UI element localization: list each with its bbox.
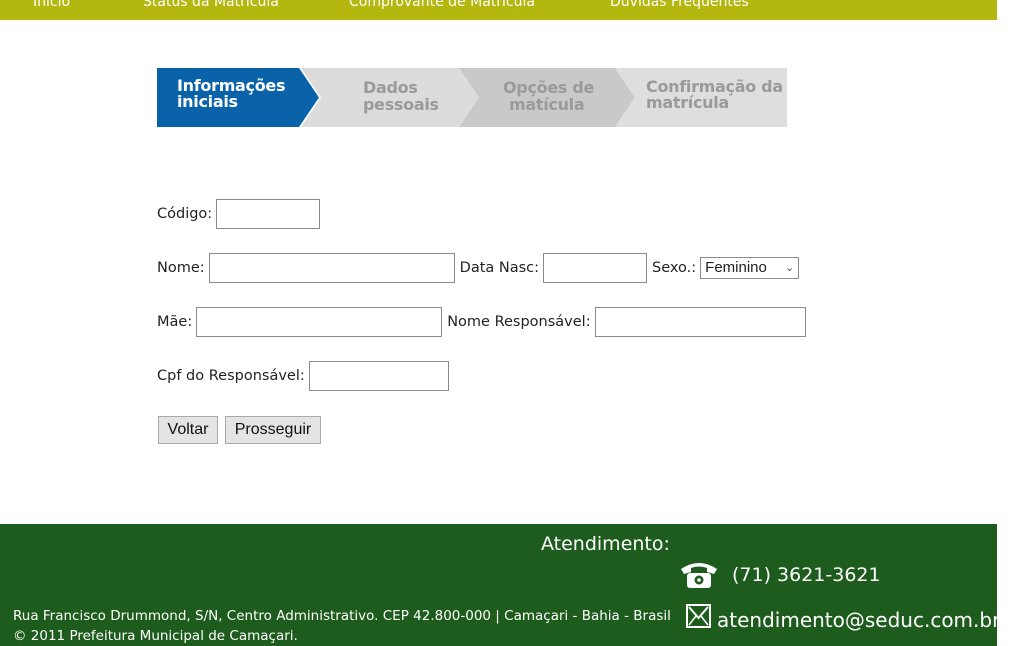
nav-item-comprovante-matricula[interactable]: Comprovante de Matrícula	[349, 0, 535, 10]
row-nome: Nome: Data Nasc: Sexo.: Feminino ⌄	[157, 253, 800, 283]
email-link[interactable]: atendimento@seduc.com.br	[717, 608, 1000, 632]
footer: Atendimento: (71) 3621-3621 atendimento@…	[0, 524, 1000, 646]
data-nasc-input[interactable]	[543, 253, 648, 283]
step-informacoes-iniciais: Informações iniciais	[157, 68, 319, 127]
telephone-icon	[677, 559, 721, 595]
nome-responsavel-input[interactable]	[594, 307, 806, 337]
nome-input[interactable]	[208, 253, 455, 283]
mae-input[interactable]	[196, 307, 443, 337]
sexo-selected-value: Feminino	[705, 259, 767, 276]
row-cpf: Cpf do Responsável:	[157, 361, 454, 391]
nome-responsavel-label: Nome Responsável:	[447, 314, 591, 330]
codigo-input[interactable]	[216, 199, 321, 229]
step-opcoes-matricula: Opções de matícula	[459, 68, 635, 127]
mae-label: Mãe:	[157, 314, 193, 330]
cpf-input[interactable]	[308, 361, 449, 391]
step-label-line2: iniciais	[177, 92, 238, 111]
prosseguir-button[interactable]: Prosseguir	[225, 416, 321, 444]
cpf-label: Cpf do Responsável:	[157, 368, 305, 384]
codigo-label: Código:	[157, 206, 213, 222]
sexo-select[interactable]: Feminino ⌄	[700, 257, 800, 279]
nome-label: Nome:	[157, 260, 205, 276]
step-label-line2: matrícula	[646, 93, 729, 112]
footer-address: Rua Francisco Drummond, S/N, Centro Admi…	[13, 608, 671, 624]
row-codigo: Código:	[157, 199, 325, 229]
data-nasc-label: Data Nasc:	[459, 260, 540, 276]
step-label-line2: pessoais	[363, 95, 439, 114]
step-dados-pessoais: Dados pessoais	[301, 68, 479, 127]
envelope-icon	[686, 603, 712, 633]
voltar-button[interactable]: Voltar	[158, 416, 218, 444]
chevron-down-icon: ⌄	[784, 262, 795, 274]
nav-item-duvidas-frequentes[interactable]: Dúvidas Frequentes	[610, 0, 749, 10]
progress-stepper: Informações iniciais Dados pessoais Opçõ…	[157, 68, 787, 127]
step-confirmacao-matricula: Confirmação da matrícula	[615, 68, 787, 127]
step-label-line1: Dados	[363, 78, 418, 97]
sexo-label: Sexo.:	[652, 260, 697, 276]
phone-number: (71) 3621-3621	[732, 564, 881, 586]
row-mae: Mãe: Nome Responsável:	[157, 307, 811, 337]
top-nav: Início Status da Matrícula Comprovante d…	[0, 0, 997, 20]
atendimento-heading: Atendimento:	[541, 533, 670, 555]
nav-item-status-matricula[interactable]: Status da Matrícula	[143, 0, 279, 10]
step-label-line2: matícula	[509, 95, 585, 114]
page-edge	[997, 524, 1013, 646]
footer-copyright: © 2011 Prefeitura Municipal de Camaçari.	[13, 628, 298, 644]
nav-item-inicio[interactable]: Início	[33, 0, 70, 10]
step-label-line1: Opções de	[503, 78, 595, 97]
